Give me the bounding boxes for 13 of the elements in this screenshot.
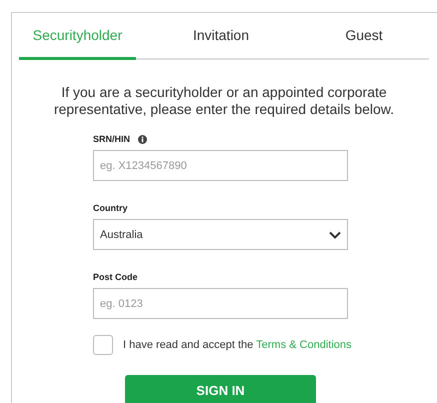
field-label: SRN/HIN bbox=[93, 134, 130, 144]
info-icon[interactable] bbox=[138, 134, 148, 144]
intro-text: If you are a securityholder or an appointed corporate representative, please enter the required details below. bbox=[52, 84, 396, 118]
field-label: Post Code bbox=[93, 272, 138, 282]
field-label: Country bbox=[93, 203, 128, 213]
input-field[interactable]: eg. X1234567890 bbox=[93, 150, 348, 181]
tab[interactable]: Guest bbox=[306, 13, 422, 60]
tab[interactable]: Invitation bbox=[136, 13, 306, 60]
chevron-down-icon bbox=[329, 230, 341, 238]
terms-checkbox[interactable] bbox=[93, 335, 113, 355]
input-field[interactable]: eg. 0123 bbox=[93, 288, 348, 319]
country-select[interactable]: Australia bbox=[93, 219, 348, 250]
terms-text: I have read and accept the Terms & Conditions bbox=[123, 339, 352, 351]
